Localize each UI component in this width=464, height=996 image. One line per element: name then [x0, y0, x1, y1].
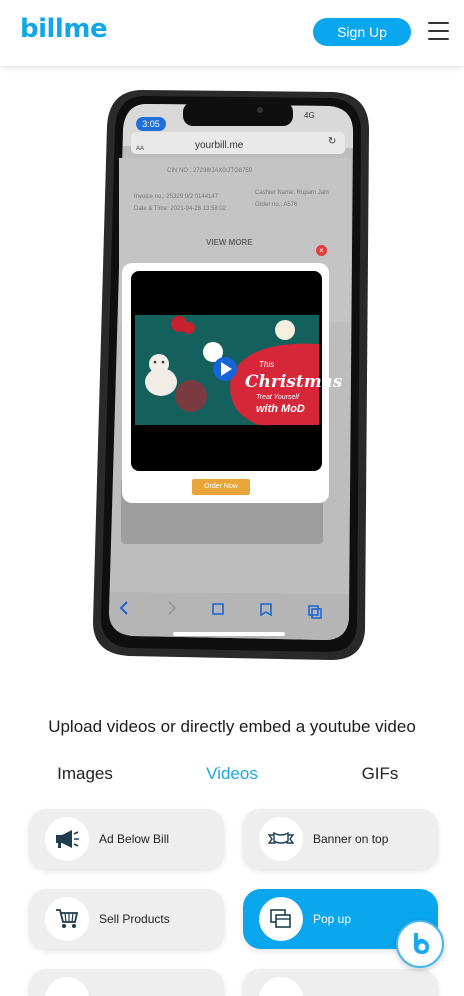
video-text-2: Christmas [245, 372, 343, 392]
media-type-tabs: Images Videos GIFs [0, 764, 464, 792]
banner-icon [259, 817, 303, 861]
bill-invoice: Invoice no.: 25329 0/2 0144147 [134, 194, 219, 200]
option-label: Sell Products [99, 912, 170, 926]
phone-url: yourbill.me [195, 140, 244, 151]
billme-chat-button[interactable] [396, 920, 444, 968]
sign-up-button[interactable]: Sign Up [313, 18, 411, 46]
tab-images[interactable]: Images [25, 764, 145, 784]
popup-icon [259, 897, 303, 941]
phone-aa-label: AA [136, 146, 145, 152]
bill-order: Order no.: A576 [255, 202, 298, 208]
site-header: billme Sign Up [0, 0, 464, 66]
megaphone-icon [45, 817, 89, 861]
option-ad-below-bill[interactable]: Ad Below Bill [29, 809, 224, 869]
video-text-3: Treat Yourself [256, 394, 299, 401]
option-label: Ad Below Bill [99, 832, 170, 846]
option-sell-products[interactable]: Sell Products [29, 889, 224, 949]
billme-logo[interactable]: billme [20, 14, 108, 44]
phone-signal-icon: 4G [304, 111, 315, 120]
billme-chat-icon [414, 933, 429, 954]
order-now-button: Order Now [192, 479, 250, 495]
document-icon [45, 977, 89, 996]
phone-mockup: 3:05 4G AA yourbill.me ↻ CIN NO : 27238/… [85, 82, 385, 672]
option-row-3-right[interactable] [243, 969, 438, 996]
bill-cin: CIN NO : 27238/JAX0/JTG8759 [167, 168, 253, 174]
cart-icon [45, 897, 89, 941]
option-banner-on-top[interactable]: Banner on top [243, 809, 438, 869]
video-text-4: with MoD [256, 403, 305, 415]
popup-close-icon: × [316, 245, 327, 256]
view-more-link: VIEW MORE [206, 238, 253, 247]
bill-datetime: Date & Time: 2021-04-26 13:58:02 [134, 206, 227, 212]
document-icon [259, 977, 303, 996]
option-label: Banner on top [313, 832, 389, 846]
tab-gifs[interactable]: GIFs [320, 764, 440, 784]
menu-icon[interactable] [428, 22, 449, 40]
reload-icon: ↻ [328, 136, 337, 147]
video-text-1: This [259, 360, 275, 369]
bill-cashier: Cashier Name: Rupam Jain [255, 190, 329, 196]
option-row-3-left[interactable] [29, 969, 224, 996]
option-label: Pop up [313, 912, 352, 926]
phone-status-time: 3:05 [136, 117, 166, 131]
tab-videos[interactable]: Videos [172, 764, 292, 784]
section-caption: Upload videos or directly embed a youtub… [48, 717, 416, 736]
